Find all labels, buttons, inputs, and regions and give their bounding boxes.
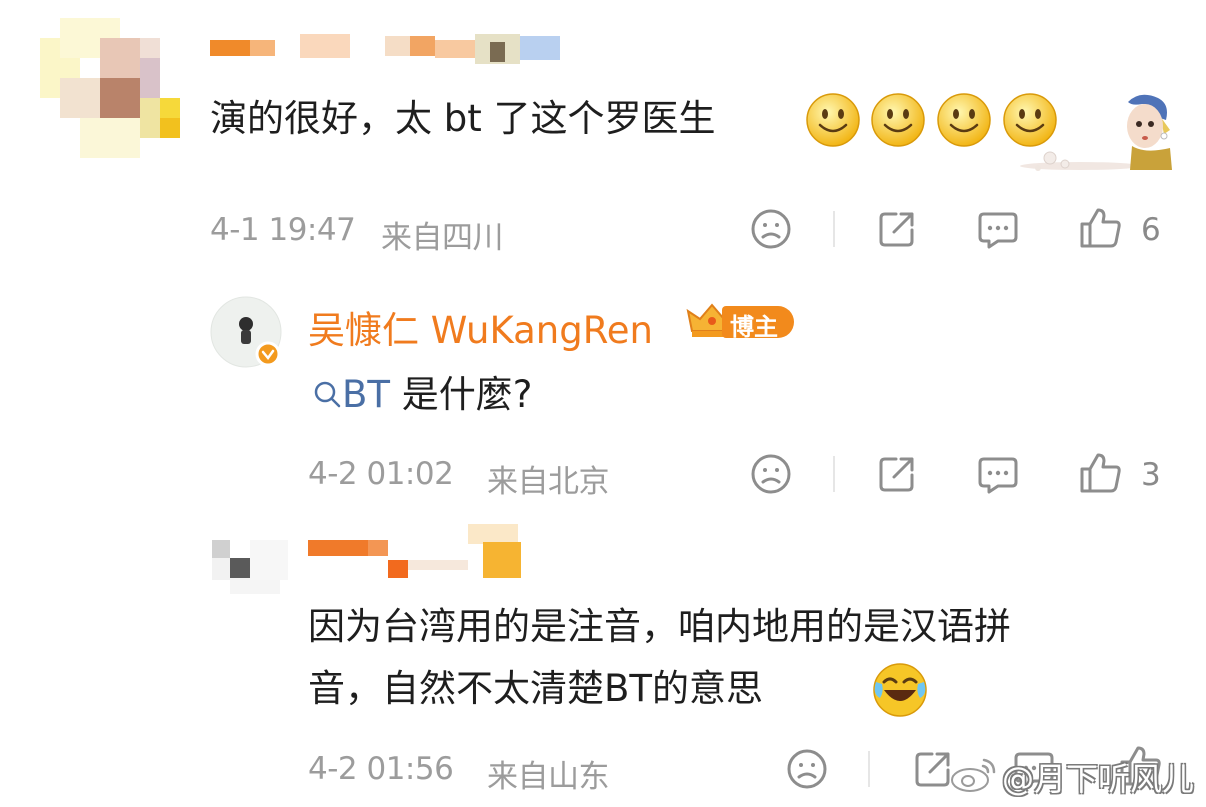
like-icon[interactable] xyxy=(1078,451,1124,495)
comment-text: 演的很好，太 bt 了这个罗医生 xyxy=(210,97,716,140)
badge-label: 博主 xyxy=(730,313,778,341)
reply-text-line1: 因为台湾用的是注音，咱内地用的是汉语拼 xyxy=(308,605,1011,648)
reply-text: BT 是什麼? xyxy=(312,372,532,418)
search-icon[interactable] xyxy=(312,379,342,409)
comment-location: 来自四川 xyxy=(381,220,504,256)
reply-time: 4-2 01:02 xyxy=(308,456,454,492)
action-divider xyxy=(833,211,835,247)
like-count: 6 xyxy=(1141,212,1161,248)
comment-icon[interactable] xyxy=(976,208,1020,252)
author-avatar[interactable] xyxy=(210,296,282,368)
avatar[interactable] xyxy=(212,526,288,596)
decorative-sticker-icon xyxy=(1010,90,1180,172)
reply-location: 来自北京 xyxy=(487,464,610,500)
smile-emoji-icon xyxy=(936,92,992,152)
weibo-logo-icon xyxy=(950,758,996,793)
comment-icon[interactable] xyxy=(976,453,1020,497)
author-name[interactable]: 吴慷仁 WuKangRen xyxy=(308,300,653,354)
reply-time: 4-2 01:56 xyxy=(308,751,454,787)
reply-location: 来自山东 xyxy=(487,759,610,795)
smile-emoji-icon xyxy=(805,92,861,152)
reply-text-line2: 音，自然不太清楚BT的意思 xyxy=(308,667,763,710)
share-icon[interactable] xyxy=(912,748,954,790)
dislike-icon[interactable] xyxy=(786,748,828,790)
dislike-icon[interactable] xyxy=(750,208,792,250)
like-icon[interactable] xyxy=(1078,206,1124,250)
comment-time: 4-1 19:47 xyxy=(210,212,356,248)
username-redacted[interactable] xyxy=(308,524,522,580)
action-divider xyxy=(868,751,870,787)
smile-emoji-icon xyxy=(870,92,926,152)
share-icon[interactable] xyxy=(876,208,918,250)
dislike-icon[interactable] xyxy=(750,453,792,495)
search-term-link[interactable]: BT xyxy=(342,373,390,416)
username-redacted[interactable] xyxy=(210,32,560,66)
avatar[interactable] xyxy=(40,18,180,158)
share-icon[interactable] xyxy=(876,453,918,495)
like-count: 3 xyxy=(1141,457,1161,493)
watermark-text: @月下听风儿 xyxy=(1002,760,1195,798)
reply-question: 是什麼? xyxy=(401,373,533,416)
blogger-badge: 博主 xyxy=(686,301,796,341)
laugh-cry-emoji-icon xyxy=(872,662,928,722)
action-divider xyxy=(833,456,835,492)
watermark: @月下听风儿 xyxy=(950,748,1200,798)
